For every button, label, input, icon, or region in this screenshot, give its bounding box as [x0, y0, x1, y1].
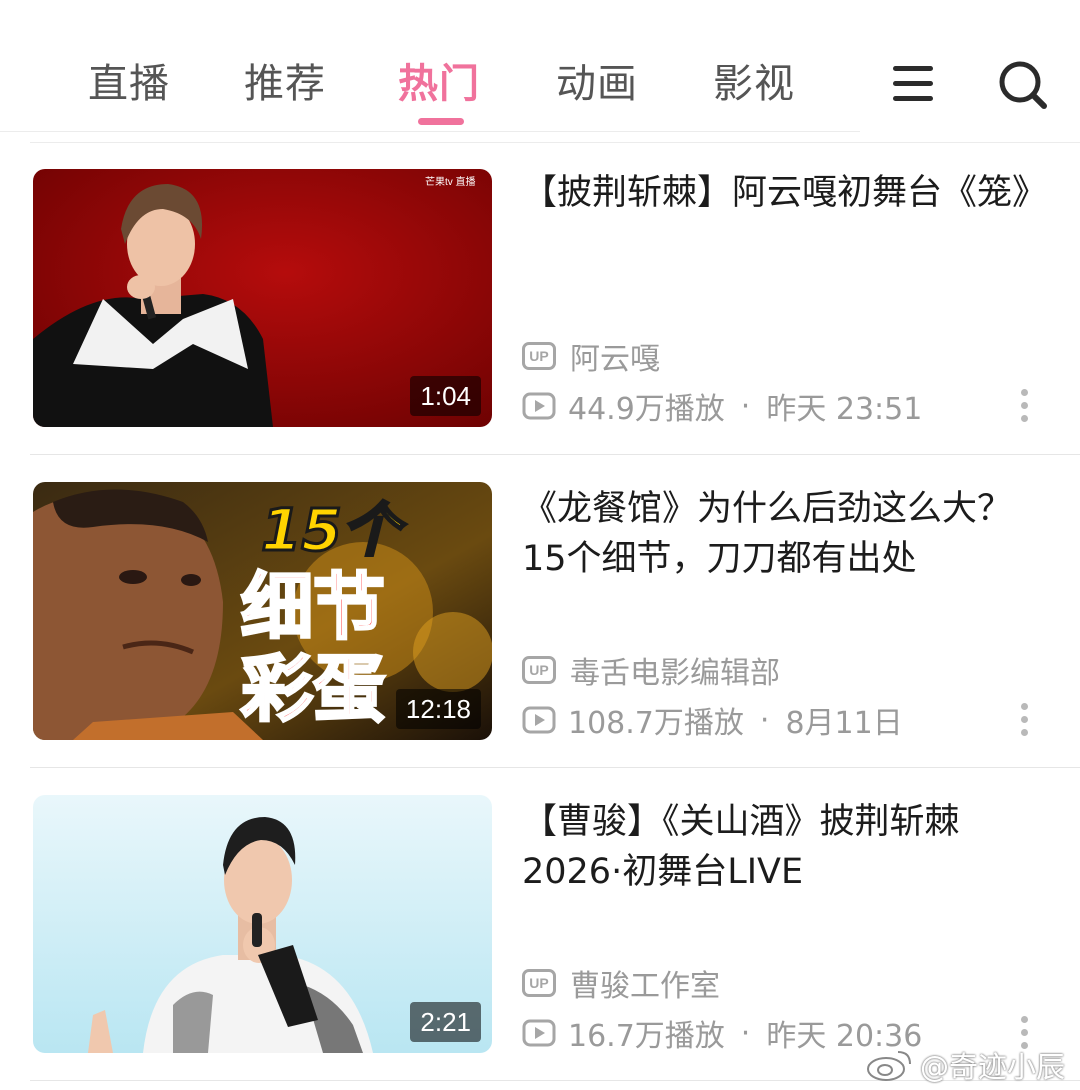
watermark-text: @奇迹小辰: [920, 1050, 1066, 1084]
video-thumbnail[interactable]: 15个 细节 彩蛋 12:18: [33, 482, 492, 740]
uploader-row[interactable]: UP 曹骏工作室: [522, 963, 720, 1004]
play-count-icon: [522, 1019, 556, 1047]
uploader-name: 毒舌电影编辑部: [570, 656, 780, 691]
thumbnail-caption-3: 彩蛋: [241, 647, 385, 731]
top-tab-bar: 直播 推荐 热门 动画 影视: [0, 0, 1080, 134]
video-thumbnail[interactable]: 2:21: [33, 795, 492, 1053]
stats-row: 44.9万播放 · 昨天 23:51: [522, 386, 923, 427]
view-count: 44.9万播放: [568, 392, 725, 427]
active-tab-indicator: [418, 118, 464, 125]
video-duration: 2:21: [410, 1002, 481, 1042]
publish-date: 8月11日: [785, 706, 903, 741]
meta-separator: ·: [759, 702, 770, 738]
video-thumbnail[interactable]: 芒果tv 直播 1:04: [33, 169, 492, 427]
thumbnail-caption-1: 15个: [261, 496, 407, 564]
divider: [30, 767, 1080, 768]
video-title[interactable]: 【披荆斩棘】阿云嘎初舞台《笼》: [522, 168, 1047, 218]
view-count: 16.7万播放: [568, 1019, 725, 1054]
video-card[interactable]: 15个 细节 彩蛋 12:18 《龙餐馆》为什么后劲这么大？15个细节，刀刀都有…: [0, 482, 1080, 772]
meta-separator: ·: [740, 388, 751, 424]
uploader-row[interactable]: UP 毒舌电影编辑部: [522, 650, 780, 691]
up-badge-icon: UP: [522, 342, 556, 370]
divider: [30, 142, 1080, 143]
video-title[interactable]: 【曹骏】《关山酒》披荆斩棘2026·初舞台LIVE: [522, 797, 1042, 897]
publish-date: 昨天 23:51: [766, 392, 923, 427]
tab-recommend[interactable]: 推荐: [244, 58, 326, 110]
tab-film-tv[interactable]: 影视: [713, 58, 795, 110]
divider: [0, 131, 860, 132]
hamburger-icon[interactable]: [893, 64, 933, 104]
tab-animation[interactable]: 动画: [556, 58, 638, 110]
video-duration: 12:18: [395, 689, 481, 729]
channel-logo: 芒果tv 直播: [425, 175, 476, 188]
up-badge-icon: UP: [522, 656, 556, 684]
up-badge-icon: UP: [522, 969, 556, 997]
play-count-icon: [522, 706, 556, 734]
play-count-icon: [522, 392, 556, 420]
view-count: 108.7万播放: [568, 706, 744, 741]
stats-row: 16.7万播放 · 昨天 20:36: [522, 1013, 922, 1054]
meta-separator: ·: [740, 1015, 751, 1051]
divider: [30, 454, 1080, 455]
video-card[interactable]: 芒果tv 直播 1:04 【披荆斩棘】阿云嘎初舞台《笼》 UP 阿云嘎 44.9…: [0, 168, 1080, 458]
more-options-icon[interactable]: [1018, 386, 1032, 426]
tab-live[interactable]: 直播: [88, 58, 170, 110]
uploader-row[interactable]: UP 阿云嘎: [522, 336, 660, 377]
video-duration: 1:04: [410, 376, 481, 416]
weibo-logo-icon: [867, 1051, 911, 1081]
weibo-watermark: @奇迹小辰: [866, 1046, 1065, 1084]
search-icon[interactable]: [996, 58, 1050, 112]
tab-hot[interactable]: 热门: [398, 58, 480, 110]
video-title[interactable]: 《龙餐馆》为什么后劲这么大？15个细节，刀刀都有出处: [522, 484, 1042, 584]
uploader-name: 阿云嘎: [570, 342, 660, 377]
thumbnail-caption-2: 细节: [241, 565, 385, 649]
video-card[interactable]: 2:21 【曹骏】《关山酒》披荆斩棘2026·初舞台LIVE UP 曹骏工作室 …: [0, 795, 1080, 1085]
more-options-icon[interactable]: [1018, 700, 1032, 740]
stats-row: 108.7万播放 · 8月11日: [522, 700, 903, 741]
uploader-name: 曹骏工作室: [570, 969, 720, 1004]
